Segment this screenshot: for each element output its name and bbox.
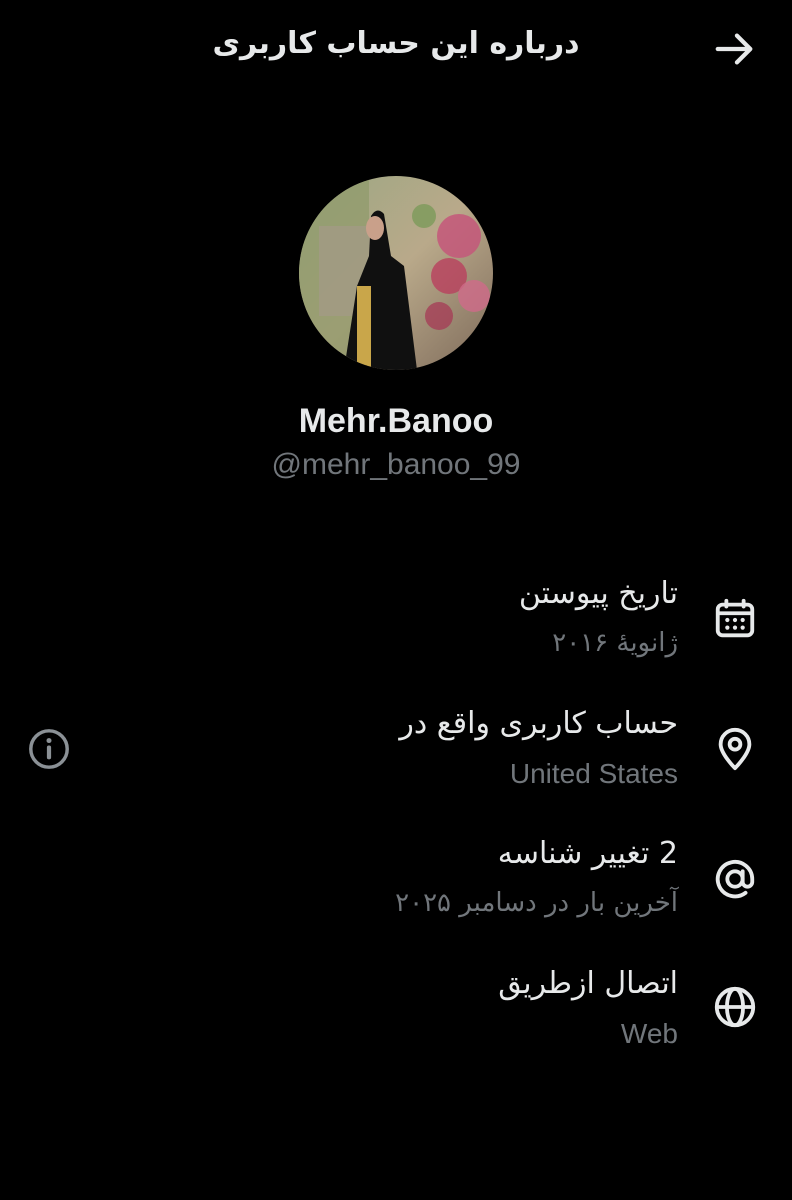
info-row-handle-changes: 2 تغییر شناسه آخرین بار در دسامبر ۲۰۲۵ <box>0 836 792 946</box>
user-handle: @mehr_banoo_99 <box>271 448 521 481</box>
globe-icon <box>714 986 756 1028</box>
info-row-joined: تاریخ پیوستن ژانویهٔ ۲۰۱۶ <box>0 576 792 686</box>
page-title: درباره این حساب کاربری <box>212 26 580 61</box>
info-row-location: حساب کاربری واقع در United States <box>0 706 792 816</box>
at-sign-icon <box>715 859 755 899</box>
header-bar: درباره این حساب کاربری <box>0 0 792 96</box>
connected-via-label: اتصال ازطریق <box>498 966 678 1001</box>
location-label: حساب کاربری واقع در <box>399 706 678 741</box>
joined-value: ژانویهٔ ۲۰۱۶ <box>552 628 678 658</box>
location-value: United States <box>509 758 678 789</box>
location-pin-icon <box>718 727 752 771</box>
handle-changes-label: 2 تغییر شناسه <box>497 836 678 871</box>
avatar[interactable] <box>299 176 493 370</box>
connected-via-value: Web <box>620 1018 678 1049</box>
arrow-right-icon[interactable] <box>712 26 758 72</box>
info-row-connected-via: اتصال ازطریق Web <box>0 966 792 1076</box>
joined-label: تاریخ پیوستن <box>518 576 678 611</box>
display-name: Mehr.Banoo <box>298 402 494 440</box>
handle-changes-value: آخرین بار در دسامبر ۲۰۲۵ <box>395 888 678 918</box>
calendar-icon <box>715 598 755 638</box>
